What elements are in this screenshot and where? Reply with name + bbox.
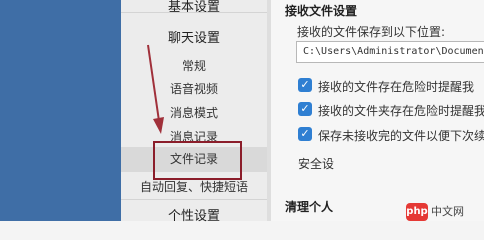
checkbox-checked-icon[interactable]: ✓ bbox=[298, 127, 312, 141]
checkbox-checked-icon[interactable]: ✓ bbox=[298, 102, 312, 116]
safety-label: 安全设 bbox=[298, 157, 335, 171]
section-title-clear: 清理个人 bbox=[285, 200, 334, 214]
save-location-label: 接收的文件保存到以下位置: bbox=[297, 25, 446, 39]
sidebar-header-personal[interactable]: 个性设置 bbox=[121, 205, 267, 224]
site-watermark: php 中文网 bbox=[406, 203, 484, 221]
settings-sidebar: 基本设置 聊天设置 常规 语音视频 消息模式 消息记录 文件记录 自动回复、快捷… bbox=[121, 0, 267, 224]
left-panel-background bbox=[0, 0, 121, 221]
section-title-receive-files: 接收文件设置 bbox=[285, 4, 358, 18]
sidebar-item-voice-video[interactable]: 语音视频 bbox=[121, 80, 267, 97]
sidebar-divider bbox=[121, 12, 267, 13]
sidebar-item-auto-reply[interactable]: 自动回复、快捷短语 bbox=[121, 178, 267, 195]
sidebar-item-general[interactable]: 常规 bbox=[121, 57, 267, 74]
save-path-input[interactable]: C:\Users\Administrator\Documents bbox=[296, 41, 484, 63]
watermark-text: 中文网 bbox=[431, 205, 464, 218]
php-logo-icon: php bbox=[406, 203, 428, 221]
sidebar-divider bbox=[121, 199, 267, 200]
checkbox-checked-icon[interactable]: ✓ bbox=[298, 78, 312, 92]
sidebar-header-chat[interactable]: 聊天设置 bbox=[121, 27, 267, 46]
annotation-highlight-box bbox=[153, 141, 242, 180]
sidebar-item-message-mode[interactable]: 消息模式 bbox=[121, 104, 267, 121]
